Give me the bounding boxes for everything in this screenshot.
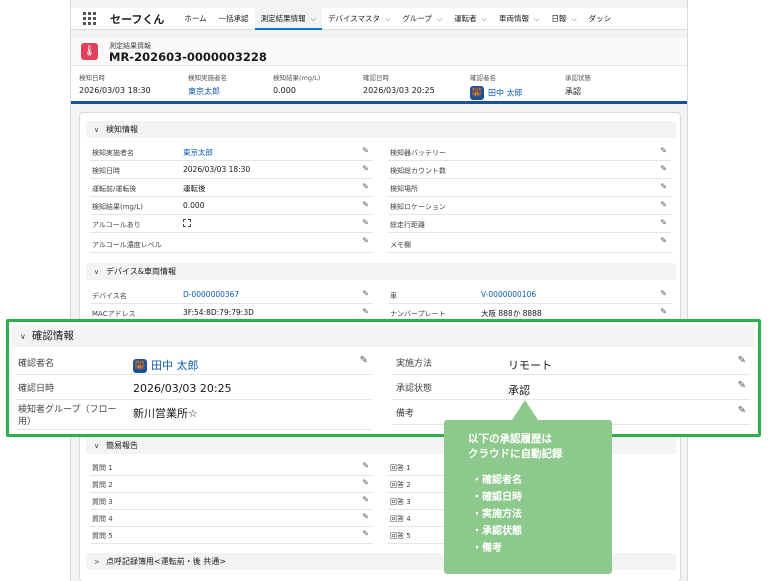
- pencil-icon[interactable]: ✎: [660, 218, 667, 227]
- chevron-down-icon: ∨: [20, 332, 26, 341]
- pencil-icon[interactable]: ✎: [362, 164, 369, 173]
- table-row: 質問 1 ✎: [90, 460, 373, 476]
- field-row: 車 V-0000000106 ✎: [388, 288, 671, 304]
- pencil-icon[interactable]: ✎: [362, 289, 369, 298]
- chevron-down-icon: ∨: [94, 268, 100, 276]
- nav-item-bulk-approve[interactable]: 一括承認: [213, 8, 255, 30]
- chevron-down-icon[interactable]: ⌵: [571, 15, 576, 23]
- pencil-icon[interactable]: ✎: [362, 307, 369, 316]
- nav-item-device-master[interactable]: デバイスマスタ ⌵: [322, 8, 396, 30]
- header-field-detect-time: 検知日時 2026/03/03 18:30: [79, 74, 151, 95]
- pencil-icon[interactable]: ✎: [660, 164, 667, 173]
- nav-item-group[interactable]: グループ ⌵: [396, 8, 448, 30]
- top-nav: セーフくん ホーム 一括承認 測定結果情報 ⌵ デバイスマスタ ⌵ グループ ⌵ 運転…: [71, 7, 687, 30]
- section-header-device[interactable]: ∨ デバイス&車両情報: [86, 263, 676, 280]
- field-row: 承認状態 承認 ✎: [393, 377, 750, 400]
- pencil-icon[interactable]: ✎: [738, 355, 746, 366]
- table-row: 質問 5 ✎: [90, 528, 373, 544]
- pencil-icon[interactable]: ✎: [362, 495, 369, 504]
- chevron-down-icon: ∨: [94, 126, 100, 134]
- callout-list: ・確認者名 ・確認日時 ・実施方法 ・承認状態 ・備考: [472, 472, 522, 557]
- avatar: 🐻: [470, 86, 484, 100]
- pencil-icon[interactable]: ✎: [660, 146, 667, 155]
- table-row: 質問 4 ✎: [90, 511, 373, 527]
- list-item: ・確認者名: [472, 475, 522, 486]
- pencil-icon[interactable]: ✎: [660, 182, 667, 191]
- app-launcher-icon[interactable]: [83, 11, 97, 26]
- field-row: 総走行距離 ✎: [388, 217, 671, 233]
- nav-item-measurement[interactable]: 測定結果情報 ⌵: [254, 7, 322, 30]
- pencil-icon[interactable]: ✎: [660, 200, 667, 209]
- field-row: 検知器バッテリー ✎: [388, 145, 671, 161]
- pencil-icon[interactable]: ✎: [362, 200, 369, 209]
- chevron-down-icon[interactable]: ⌵: [482, 15, 487, 23]
- field-row: 検知場所 ✎: [388, 181, 671, 197]
- list-item: ・備考: [472, 543, 502, 554]
- confirmation-section-highlight: ∨ 確認情報 確認者名 🐻 田中 太郎 ✎ 確認日時 2026/03/03 20:2…: [6, 319, 761, 437]
- list-item: ・実施方法: [472, 509, 522, 520]
- chevron-down-icon[interactable]: ⌵: [385, 15, 390, 23]
- pencil-icon[interactable]: ✎: [362, 146, 369, 155]
- header-field-confirmer: 確認者名 🐻 田中 太郎: [470, 74, 523, 100]
- header-field-confirm-time: 確認日時 2026/03/03 20:25: [363, 74, 435, 95]
- pencil-icon[interactable]: ✎: [362, 529, 369, 538]
- field-row: 実施方法 リモート ✎: [393, 352, 750, 375]
- nav-item-driver[interactable]: 運転者 ⌵: [448, 8, 493, 30]
- section-header-detection[interactable]: ∨ 検知情報: [86, 121, 676, 138]
- pencil-icon[interactable]: ✎: [362, 461, 369, 470]
- field-row: 検知総カウント数 ✎: [388, 163, 671, 179]
- confirmer-link[interactable]: 田中 太郎: [488, 89, 523, 98]
- header-field-detector: 検知実施者名 東京太郎: [188, 74, 227, 97]
- field-row: 検知結果(mg/L) 0.000 ✎: [90, 199, 373, 215]
- nav-item-daily-report[interactable]: 日報 ⌵: [545, 8, 582, 30]
- callout-annotation: 以下の承認履歴は クラウドに自動記録 ・確認者名 ・確認日時 ・実施方法 ・承認…: [444, 400, 612, 574]
- pencil-icon[interactable]: ✎: [362, 218, 369, 227]
- pencil-icon[interactable]: ✎: [660, 307, 667, 316]
- pencil-icon[interactable]: ✎: [362, 182, 369, 191]
- table-row: 質問 2 ✎: [90, 477, 373, 493]
- field-row: 運転前/運転後 運転後 ✎: [90, 181, 373, 197]
- section-header-confirm[interactable]: ∨ 確認情報: [12, 325, 755, 347]
- chevron-down-icon[interactable]: ⌵: [534, 15, 539, 23]
- thermometer-icon: 🌡: [81, 43, 98, 60]
- pencil-icon[interactable]: ✎: [738, 405, 746, 416]
- app-name: セーフくん: [110, 12, 165, 26]
- chevron-right-icon: >: [94, 558, 100, 566]
- pencil-icon[interactable]: ✎: [362, 512, 369, 521]
- field-row: アルコール濃度レベル ✎: [90, 235, 373, 253]
- pencil-icon[interactable]: ✎: [362, 478, 369, 487]
- nav-item-home[interactable]: ホーム: [178, 8, 212, 30]
- pencil-icon[interactable]: ✎: [660, 289, 667, 298]
- nav-item-dashboard[interactable]: ダッシ: [583, 8, 618, 30]
- pencil-icon[interactable]: ✎: [362, 236, 369, 245]
- field-row: 検知日時 2026/03/03 18:30 ✎: [90, 163, 373, 179]
- pencil-icon[interactable]: ✎: [738, 380, 746, 391]
- header-field-status: 承認状態 承認: [565, 74, 591, 96]
- record-header: 🌡 測定結果情報 MR-202603-0000003228 検知日時 2026/…: [71, 38, 687, 104]
- field-row: 検知ロケーション ✎: [388, 199, 671, 215]
- chevron-down-icon[interactable]: ⌵: [311, 15, 316, 23]
- header-field-result: 検知結果(mg/L) 0.000: [273, 74, 321, 95]
- field-row: アルコールあり ✎: [90, 217, 373, 233]
- list-item: ・確認日時: [472, 492, 522, 503]
- chevron-down-icon: ∨: [94, 442, 100, 450]
- confirmer-link[interactable]: 田中 太郎: [151, 359, 199, 372]
- detector-link[interactable]: 東京太郎: [188, 86, 227, 97]
- pencil-icon[interactable]: ✎: [360, 355, 368, 366]
- field-row: 確認者名 🐻 田中 太郎 ✎: [15, 352, 372, 375]
- pencil-icon[interactable]: ✎: [660, 236, 667, 245]
- avatar: 🐻: [133, 359, 147, 373]
- chevron-down-icon[interactable]: ⌵: [437, 15, 442, 23]
- nav-item-vehicle[interactable]: 車両情報 ⌵: [493, 8, 545, 30]
- field-row: デバイス名 D-0000000367 ✎: [90, 288, 373, 304]
- alcohol-checkbox[interactable]: [183, 219, 191, 227]
- field-row: 確認日時 2026/03/03 20:25: [15, 377, 372, 400]
- record-name: MR-202603-0000003228: [109, 50, 267, 64]
- table-row: 質問 3 ✎: [90, 494, 373, 510]
- field-row: 検知者グループ（フロー用） 新川営業所☆: [15, 402, 372, 430]
- field-row: 検知実施者名 東京太郎 ✎: [90, 145, 373, 161]
- callout-title: 以下の承認履歴は クラウドに自動記録: [468, 433, 563, 460]
- list-item: ・承認状態: [472, 526, 522, 537]
- field-row: メモ欄 ✎: [388, 235, 671, 253]
